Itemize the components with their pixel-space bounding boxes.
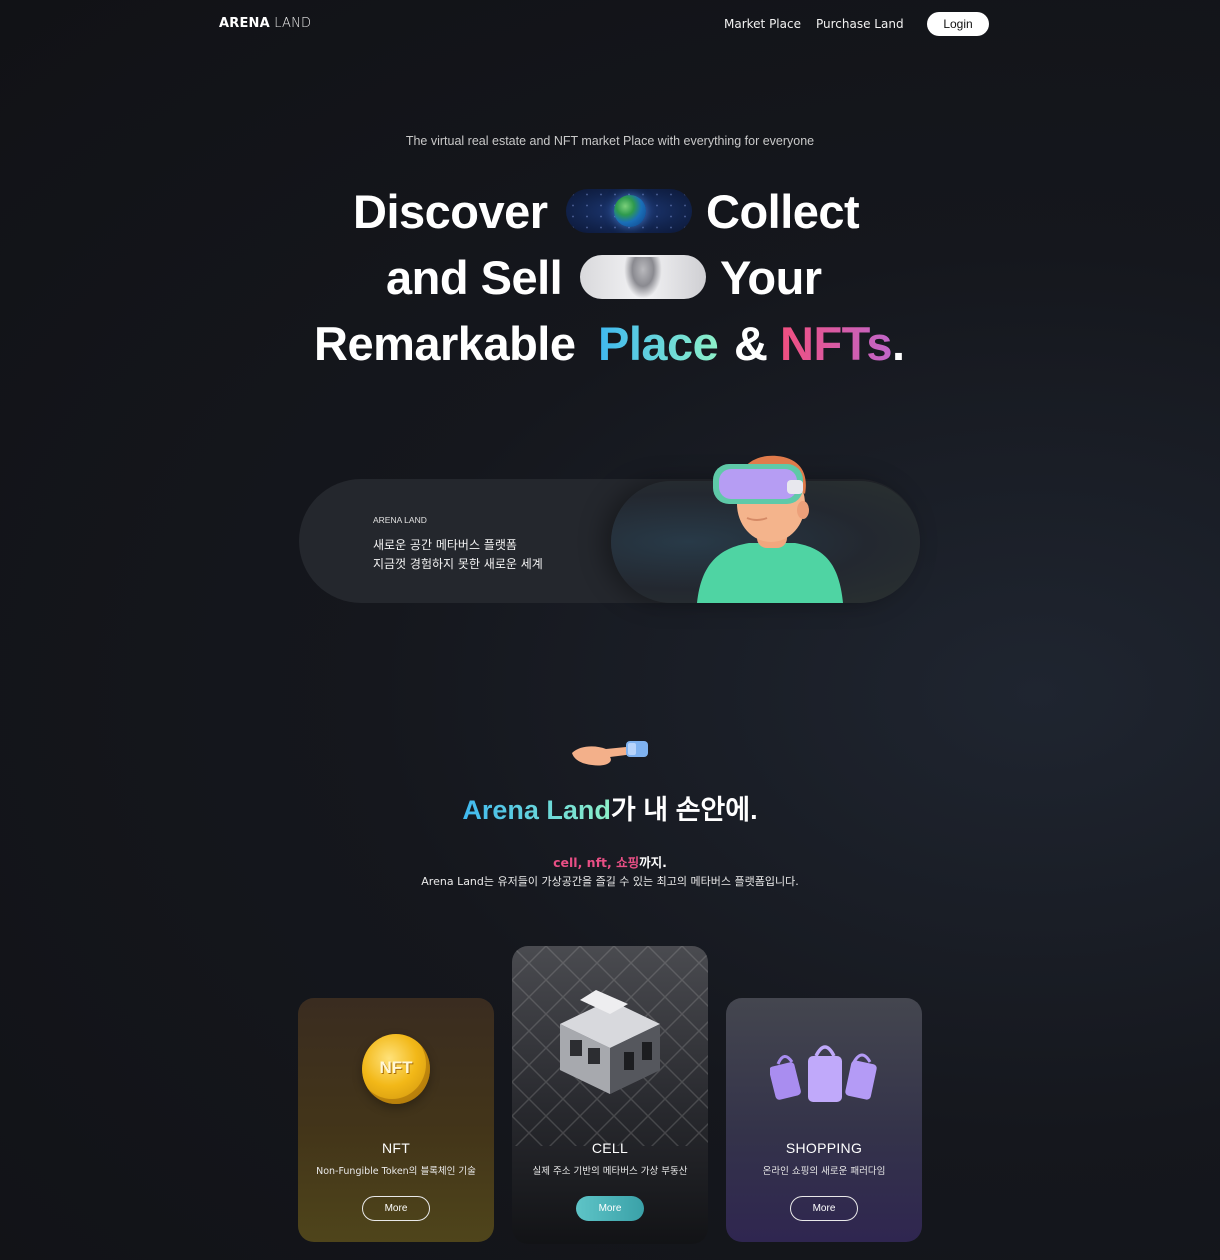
section-title: Arena Land가 내 손안에.	[0, 788, 1220, 827]
hero-line-3: Remarkable Place & NFTs .	[0, 316, 1220, 372]
nav-link-purchase-land[interactable]: Purchase Land	[816, 17, 904, 31]
building-icon	[560, 990, 660, 1094]
card-shopping-title: SHOPPING	[785, 1140, 863, 1156]
hero-word-remarkable: Remarkable	[314, 317, 576, 370]
hero-word-place: Place	[598, 317, 719, 370]
card-cell-title: CELL	[591, 1140, 629, 1156]
section-subtitle-highlight: cell, nft, 쇼핑	[553, 855, 640, 870]
section-title-rest: 가 내 손안에.	[610, 795, 758, 825]
section-title-brand: Arena Land	[462, 795, 611, 825]
card-cell-more-button[interactable]: More	[576, 1196, 644, 1221]
card-nft: NFT NFT Non-Fungible Token의 블록체인 기술 More	[298, 998, 494, 1242]
hero-word-your: Your	[720, 251, 822, 304]
hero-line-1: Discover Collect	[0, 184, 1220, 240]
top-nav: ARENA LAND Market Place Purchase Land Lo…	[0, 0, 1220, 48]
globe-icon	[614, 195, 646, 227]
nft-coin-label: NFT	[379, 1058, 413, 1077]
banner-line-1: 새로운 공간 메타버스 플랫폼	[373, 538, 517, 552]
banner-line-2: 지금껏 경험하지 못한 새로운 세계	[373, 557, 543, 571]
hero-word-collect: Collect	[706, 185, 860, 238]
logo-light: LAND	[274, 16, 312, 31]
page: ARENA LAND Market Place Purchase Land Lo…	[0, 0, 1220, 1260]
hero-word-and-sell: and Sell	[386, 251, 563, 304]
card-nft-title: NFT	[381, 1140, 411, 1156]
card-nft-more-button[interactable]: More	[362, 1196, 430, 1221]
hero-line-2: and Sell Your	[0, 250, 1220, 306]
globe-pill-image	[566, 189, 692, 233]
logo-bold: ARENA	[219, 16, 270, 31]
hero-word-ampersand: &	[734, 317, 768, 370]
shopping-bags-icon	[770, 1045, 877, 1102]
nav-link-market-place[interactable]: Market Place	[724, 17, 801, 31]
statue-icon	[624, 257, 662, 299]
open-hand-icon	[572, 741, 648, 766]
hero-word-discover: Discover	[353, 185, 548, 238]
statue-pill-image	[580, 255, 706, 299]
card-cell-desc: 실제 주소 기반의 메타버스 가상 부동산	[532, 1166, 688, 1177]
card-cell: CELL 실제 주소 기반의 메타버스 가상 부동산 More	[512, 946, 708, 1244]
banner-label: ARENA LAND	[373, 515, 427, 525]
hero-word-period: .	[892, 317, 905, 370]
card-shopping-desc: 온라인 쇼핑의 새로운 패러다임	[762, 1166, 886, 1177]
login-button[interactable]: Login	[927, 12, 989, 36]
card-shopping: SHOPPING 온라인 쇼핑의 새로운 패러다임 More	[726, 998, 922, 1242]
hero-word-nfts: NFTs	[780, 317, 893, 370]
section-subtitle-rest: 까지.	[639, 855, 667, 870]
card-nft-desc: Non-Fungible Token의 블록체인 기술	[316, 1166, 476, 1177]
nft-coin-icon: NFT	[362, 1034, 430, 1104]
section-subtitle: cell, nft, 쇼핑까지.	[0, 852, 1220, 871]
logo[interactable]: ARENA LAND	[219, 16, 311, 31]
card-shopping-more-button[interactable]: More	[790, 1196, 858, 1221]
hero-tagline: The virtual real estate and NFT market P…	[405, 134, 815, 148]
vr-person-illustration	[697, 455, 843, 603]
section-description: Arena Land는 유저들이 가상공간을 즐길 수 있는 최고의 메타버스 …	[421, 875, 799, 888]
